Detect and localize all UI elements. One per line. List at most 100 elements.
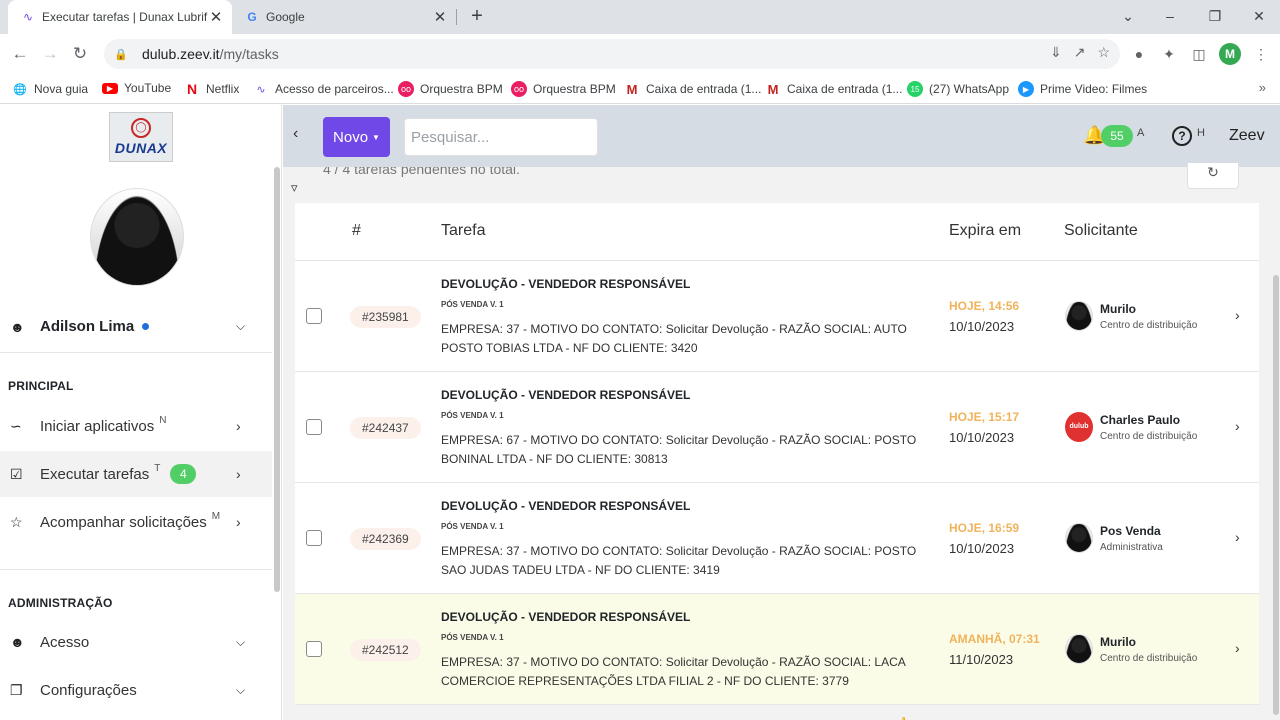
task-title: DEVOLUÇÃO - VENDEDOR RESPONSÁVEL — [441, 388, 691, 402]
share-icon[interactable]: ↗ — [1074, 44, 1086, 61]
tasks-table: # Tarefa Expira em Solicitante #235981 D… — [295, 203, 1259, 705]
table-row[interactable]: #235981 DEVOLUÇÃO - VENDEDOR RESPONSÁVEL… — [295, 261, 1259, 372]
expires-relative: HOJE, 16:59 — [949, 521, 1020, 535]
shortcut-hint: N — [159, 414, 167, 426]
requester-name: Pos Venda — [1100, 524, 1161, 538]
search-input[interactable] — [404, 118, 598, 156]
chevron-right-icon: › — [236, 466, 241, 482]
requester-name: Charles Paulo — [1100, 413, 1181, 427]
sidebar-item-iniciar-aplicativos[interactable]: ∽ Iniciar aplicativos N › — [0, 403, 272, 449]
forward-arrow-icon[interactable]: → — [38, 42, 62, 66]
column-task: Tarefa — [441, 222, 486, 239]
browser-menu-icon[interactable]: ⋮ — [1250, 43, 1272, 65]
bookmark-acesso-parceiros[interactable]: ∿ Acesso de parceiros... — [253, 81, 393, 97]
bookmark-nova-guia[interactable]: 🌐 Nova guia — [12, 81, 88, 97]
bookmark-label: Nova guia — [34, 82, 89, 96]
extensions-puzzle-icon[interactable]: ✦ — [1158, 43, 1180, 65]
user-icon: ☻ — [10, 634, 25, 650]
sidebar-item-acompanhar-solicitacoes[interactable]: ☆ Acompanhar solicitações M › — [0, 499, 272, 545]
chevron-down-icon[interactable]: ⌵ — [236, 319, 245, 334]
profile-avatar[interactable]: M — [1219, 43, 1241, 65]
bookmark-label: Orquestra BPM — [420, 82, 503, 96]
tab-title: Executar tarefas | Dunax Lubrific — [42, 10, 208, 24]
task-subtitle: PÓS VENDA V. 1 — [441, 300, 504, 309]
sidebar-item-label: Executar tarefas — [40, 465, 150, 483]
main-scrollbar[interactable] — [1273, 275, 1279, 715]
star-icon: ☆ — [10, 513, 23, 530]
bookmark-youtube[interactable]: ▶ YouTube — [102, 81, 171, 95]
task-id: #242369 — [350, 528, 421, 550]
extension-media-icon[interactable]: ● — [1128, 43, 1150, 65]
help-icon[interactable]: ? — [1172, 126, 1192, 146]
table-row[interactable]: #242437 DEVOLUÇÃO - VENDEDOR RESPONSÁVEL… — [295, 372, 1259, 483]
browser-tab-google[interactable]: G Google ✕ — [236, 0, 456, 34]
back-arrow-icon[interactable]: ← — [8, 42, 32, 66]
task-id: #242437 — [350, 417, 421, 439]
filter-icon[interactable]: ▿ — [291, 180, 298, 196]
new-button[interactable]: Novo ▼ — [323, 117, 390, 157]
row-checkbox[interactable] — [306, 419, 322, 435]
table-row[interactable]: #242369 DEVOLUÇÃO - VENDEDOR RESPONSÁVEL… — [295, 483, 1259, 594]
window-close-icon[interactable]: ✕ — [1247, 4, 1271, 28]
bookmark-star-icon[interactable]: ☆ — [1097, 44, 1110, 61]
close-tab-icon[interactable]: ✕ — [208, 8, 224, 26]
install-app-icon[interactable]: ⇓ — [1050, 44, 1062, 61]
whatsapp-icon: 15 — [907, 81, 923, 97]
company-logo[interactable]: ◯ DUNAX — [109, 112, 173, 162]
google-favicon-icon: G — [247, 10, 257, 24]
sidebar-scrollbar[interactable] — [274, 167, 280, 592]
side-panel-icon[interactable]: ◫ — [1188, 43, 1210, 65]
expires-date: 10/10/2023 — [949, 541, 1015, 556]
chevron-right-icon[interactable]: › — [1235, 307, 1240, 323]
bookmarks-overflow-icon[interactable]: » — [1259, 80, 1266, 95]
sidebar-item-executar-tarefas[interactable]: ☑ Executar tarefas T 4 › — [0, 451, 272, 497]
requester-dept: Centro de distribuição — [1100, 320, 1198, 331]
sidebar-item-acesso[interactable]: ☻ Acesso ⌵ — [0, 619, 272, 665]
minimize-icon[interactable]: – — [1158, 4, 1182, 28]
bookmark-orquestra-1[interactable]: oo Orquestra BPM — [398, 81, 503, 97]
browser-tab-active[interactable]: ∿ Executar tarefas | Dunax Lubrific ✕ — [8, 0, 232, 34]
task-subtitle: PÓS VENDA V. 1 — [441, 411, 504, 420]
bookmark-whatsapp[interactable]: 15 (27) WhatsApp — [907, 81, 1009, 97]
bookmark-orquestra-2[interactable]: oo Orquestra BPM — [511, 81, 616, 97]
task-title: DEVOLUÇÃO - VENDEDOR RESPONSÁVEL — [441, 277, 691, 291]
cube-icon: ❐ — [10, 681, 23, 698]
table-row[interactable]: #242512 DEVOLUÇÃO - VENDEDOR RESPONSÁVEL… — [295, 594, 1259, 705]
bookmark-gmail-1[interactable]: M Caixa de entrada (1... — [624, 81, 762, 97]
bookmark-netflix[interactable]: N Netflix — [184, 81, 239, 97]
row-checkbox[interactable] — [306, 308, 322, 324]
notification-count-badge[interactable]: 55 — [1101, 125, 1133, 147]
requester-avatar — [1065, 523, 1093, 553]
chevron-right-icon[interactable]: › — [1235, 640, 1240, 656]
chevron-right-icon[interactable]: › — [1235, 418, 1240, 434]
user-menu[interactable]: ☻ Adilson Lima ⌵ — [0, 301, 272, 353]
bookmark-label: YouTube — [124, 81, 172, 95]
sidebar-item-label: Acesso — [40, 633, 90, 651]
sidebar-item-label: Iniciar aplicativos — [40, 417, 155, 435]
bookmark-gmail-2[interactable]: M Caixa de entrada (1... — [765, 81, 903, 97]
address-bar[interactable]: 🔒 dulub.zeev.it/my/tasks ⇓ ↗ ☆ — [104, 39, 1120, 69]
requester-dept: Centro de distribuição — [1100, 653, 1198, 664]
reload-icon[interactable]: ↻ — [68, 42, 92, 66]
partner-icon: ∿ — [256, 83, 266, 96]
section-administracao: ADMINISTRAÇÃO — [8, 596, 113, 610]
requester-name: Murilo — [1100, 302, 1136, 316]
bookmark-prime-video[interactable]: ▶ Prime Video: Filmes — [1018, 81, 1147, 97]
requester-avatar-logo: dulub — [1065, 412, 1093, 442]
chevron-right-icon[interactable]: › — [1235, 529, 1240, 545]
row-checkbox[interactable] — [306, 530, 322, 546]
requester-dept: Centro de distribuição — [1100, 431, 1198, 442]
lock-icon: 🔒 — [114, 48, 128, 61]
sidebar-item-configuracoes[interactable]: ❐ Configurações ⌵ — [0, 667, 272, 713]
task-id: #235981 — [350, 306, 421, 328]
shortcut-hint: A — [1137, 127, 1145, 139]
sidebar-item-label: Configurações — [40, 681, 137, 699]
close-tab-icon[interactable]: ✕ — [432, 8, 448, 26]
tab-search-chevron-icon[interactable]: ⌄ — [1116, 4, 1140, 28]
orquestra-icon: oo — [398, 81, 414, 97]
row-checkbox[interactable] — [306, 641, 322, 657]
collapse-sidebar-icon[interactable]: ‹ — [293, 125, 298, 143]
restore-icon[interactable]: ❐ — [1203, 4, 1227, 28]
user-avatar[interactable] — [90, 188, 184, 286]
new-tab-icon[interactable]: + — [466, 5, 488, 27]
